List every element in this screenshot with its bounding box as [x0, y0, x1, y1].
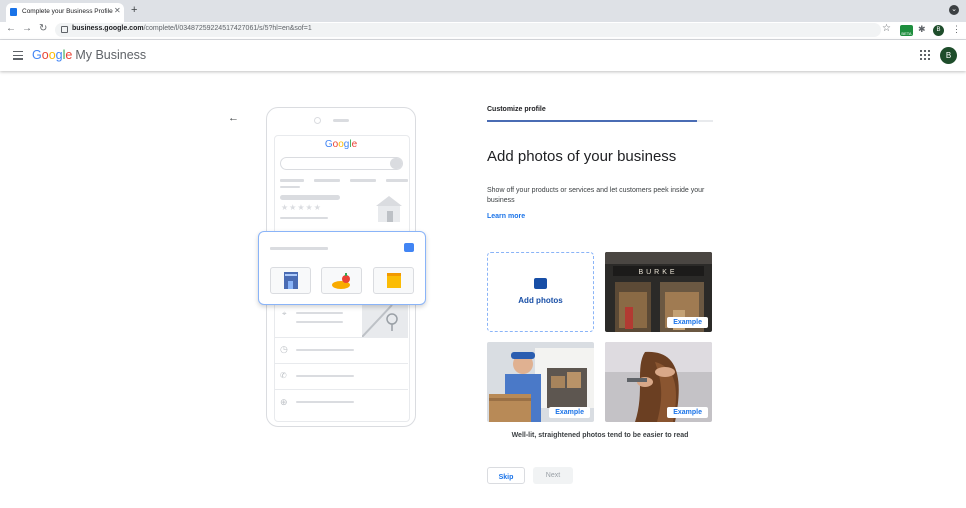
beta-extension-icon[interactable]: BETA — [900, 25, 913, 36]
reload-icon[interactable]: ↻ — [39, 23, 47, 34]
apps-grid-icon[interactable] — [920, 50, 930, 60]
example-badge: Example — [667, 407, 708, 418]
placeholder-line — [350, 179, 376, 182]
example-photo-storefront: BURKE Example — [605, 252, 712, 332]
placeholder-line — [296, 375, 354, 377]
extensions-icon[interactable]: ✱ — [918, 24, 926, 35]
photo-tip-caption: Well-lit, straightened photos tend to be… — [511, 432, 689, 439]
divider — [275, 337, 408, 338]
food-tile-icon — [321, 267, 362, 294]
placeholder-line — [296, 312, 343, 314]
rating-stars-icon: ★★★★★ — [281, 203, 322, 212]
clock-icon: ◷ — [280, 344, 288, 354]
new-tab-icon[interactable]: + — [131, 4, 137, 16]
storefront-tile-icon — [270, 267, 311, 294]
step-label: Customize profile — [487, 106, 546, 113]
address-bar[interactable]: business.google.com/complete/l/034872592… — [55, 23, 881, 37]
tab-title: Complete your Business Profile — [22, 8, 113, 15]
product-tile-icon — [373, 267, 414, 294]
lock-icon — [61, 26, 68, 33]
forward-nav-icon[interactable]: → — [22, 23, 32, 34]
next-button[interactable]: Next — [533, 467, 573, 484]
skip-button[interactable]: Skip — [487, 467, 525, 484]
placeholder-line — [296, 321, 343, 323]
url-text: business.google.com/complete/l/034872592… — [72, 25, 312, 32]
placeholder-line — [270, 247, 328, 250]
map-icon — [362, 305, 408, 337]
add-photos-label: Add photos — [518, 296, 563, 305]
favicon-icon — [10, 8, 17, 16]
google-my-business-logo[interactable]: Google My Business — [32, 48, 146, 62]
placeholder-title — [280, 195, 340, 200]
storefront-icon — [376, 196, 402, 222]
description-text: Show off your products or services and l… — [487, 187, 705, 204]
illustration-search-icon — [390, 158, 402, 169]
add-photos-button[interactable] — [487, 252, 594, 332]
illustration-search-box — [280, 157, 403, 170]
window-menu-icon[interactable]: ⌄ — [949, 5, 959, 15]
page-title: Add photos of your business — [487, 148, 677, 165]
bookmark-star-icon[interactable]: ☆ — [882, 23, 891, 34]
phone-icon: ✆ — [280, 371, 287, 380]
browser-toolbar: ← → ↻ business.google.com/complete/l/034… — [0, 22, 966, 40]
example-photo-salon: Example — [605, 342, 712, 422]
browser-tab[interactable]: Complete your Business Profile ✕ — [6, 3, 124, 22]
account-avatar[interactable]: B — [940, 47, 957, 64]
placeholder-line — [314, 179, 340, 182]
location-pin-icon: ⌖ — [282, 309, 287, 318]
placeholder-line — [296, 401, 354, 403]
add-photo-icon — [534, 278, 547, 289]
divider — [275, 363, 408, 364]
placeholder-line — [280, 217, 328, 219]
browser-profile-avatar[interactable]: B — [933, 25, 944, 36]
phone-camera-dot — [314, 117, 321, 124]
placeholder-line — [280, 179, 304, 182]
example-photo-delivery: Example — [487, 342, 594, 422]
globe-icon: ⊕ — [280, 397, 288, 407]
placeholder-line — [296, 349, 354, 351]
storefront-sign: BURKE — [638, 269, 677, 276]
back-arrow-icon[interactable]: ← — [228, 112, 239, 124]
browser-tab-strip — [0, 0, 966, 22]
phone-speaker — [333, 119, 349, 122]
example-badge: Example — [549, 407, 590, 418]
placeholder-line — [280, 186, 300, 188]
close-tab-icon[interactable]: ✕ — [114, 6, 121, 15]
divider — [275, 389, 408, 390]
placeholder-line — [386, 179, 408, 182]
learn-more-link[interactable]: Learn more — [487, 213, 525, 220]
illustration-google-logo: Google — [324, 139, 358, 150]
example-badge: Example — [667, 317, 708, 328]
add-photo-camera-icon — [404, 243, 414, 252]
hamburger-menu-icon[interactable] — [13, 51, 23, 62]
progress-fill — [487, 120, 698, 122]
back-nav-icon[interactable]: ← — [6, 23, 16, 34]
browser-menu-icon[interactable]: ⋮ — [952, 24, 961, 35]
